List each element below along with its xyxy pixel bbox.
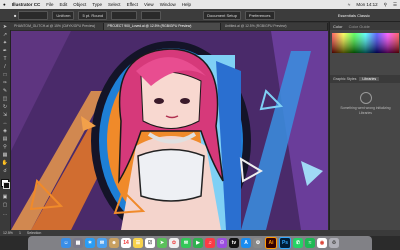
stroke-color-icon[interactable] (3, 182, 10, 189)
chrome-icon[interactable]: ◉ (317, 238, 327, 248)
tab-graphic-styles[interactable]: Graphic Styles (330, 77, 359, 81)
music-icon[interactable]: ♫ (205, 238, 215, 248)
zoom-level[interactable]: 12.5% (0, 231, 16, 235)
macos-dock: ☺ ▦ ✶ ✉ ☻ 14 ☰ ☑ ➤ ✿ ✉ ▶ ♫ ☉ tv A ⚙ Ai P… (28, 236, 372, 250)
width-tool-icon[interactable]: ↔ (1, 120, 9, 127)
tab-project-900[interactable]: PROJECT 900_Loved.ai @ 12.5% (RGB/GPU Pr… (103, 23, 221, 30)
menu-effect[interactable]: Effect (124, 2, 141, 7)
illustration-artwork (11, 31, 328, 230)
document-setup-button[interactable]: Document Setup (203, 10, 241, 20)
tab-phantom-glitch[interactable]: PHANTOM_GLITCH.ai @ 15% (CMYK/GPU Previe… (10, 23, 104, 30)
calendar-icon[interactable]: 14 (121, 238, 131, 248)
contacts-icon[interactable]: ☻ (109, 238, 119, 248)
rotate-tool-icon[interactable]: ↻ (1, 104, 9, 111)
podcasts-icon[interactable]: ☉ (217, 238, 227, 248)
apple-menu-icon[interactable]: ● (0, 2, 9, 7)
current-tool: Selection (26, 231, 42, 235)
menu-view[interactable]: View (141, 2, 157, 7)
direct-selection-tool-icon[interactable]: ↗ (1, 32, 9, 39)
type-tool-icon[interactable]: T (1, 56, 9, 63)
rectangle-tool-icon[interactable]: □ (1, 72, 9, 79)
pencil-tool-icon[interactable]: ✎ (1, 88, 9, 95)
artboard-canvas[interactable] (11, 31, 328, 230)
selection-tool-icon[interactable]: ➤ (1, 24, 9, 31)
stroke-weight-field[interactable] (18, 10, 49, 20)
tab-untitled[interactable]: Untitled.ai @ 12.5% (RGB/GPU Preview) (220, 23, 328, 30)
tab-libraries[interactable]: Libraries (359, 77, 380, 81)
app-menu[interactable]: Illustrator CC (9, 2, 44, 7)
workspace-switcher[interactable]: Essentials Classic (338, 13, 370, 18)
trash-icon[interactable]: ♻ (329, 238, 339, 248)
illustrator-icon[interactable]: Ai (265, 237, 277, 249)
clock[interactable]: Mon 14:12 (353, 2, 380, 7)
facetime-icon[interactable]: ▶ (193, 238, 203, 248)
menu-file[interactable]: File (43, 2, 56, 7)
fill-swatch-icon[interactable]: ■ (14, 13, 16, 18)
opacity-field[interactable] (111, 10, 138, 20)
cloud-icon (360, 92, 372, 104)
brush-select[interactable]: 5 pt. Round (78, 10, 108, 20)
app-store-icon[interactable]: A (241, 238, 251, 248)
brush-tool-icon[interactable]: ✑ (1, 80, 9, 87)
shape-builder-tool-icon[interactable]: ◈ (1, 128, 9, 135)
photos-icon[interactable]: ✿ (169, 238, 179, 248)
gradient-tool-icon[interactable]: ▤ (1, 136, 9, 143)
screen-mode-icon[interactable]: ▢ (1, 202, 9, 209)
preferences-button[interactable]: Preferences (244, 10, 275, 20)
whatsapp-icon[interactable]: ✆ (293, 238, 303, 248)
style-select[interactable] (141, 10, 162, 20)
tab-color-guide[interactable]: Color Guide (346, 24, 373, 29)
photoshop-icon[interactable]: Ps (279, 237, 291, 249)
launchpad-icon[interactable]: ▦ (73, 238, 83, 248)
tv-icon[interactable]: tv (229, 238, 239, 248)
document-tabs: PHANTOM_GLITCH.ai @ 15% (CMYK/GPU Previe… (10, 22, 328, 30)
notes-icon[interactable]: ☰ (133, 238, 143, 248)
page-number[interactable]: 1 (16, 231, 24, 235)
color-spectrum[interactable] (330, 30, 400, 56)
maps-icon[interactable]: ➤ (157, 238, 167, 248)
spotify-icon[interactable]: ≈ (305, 238, 315, 248)
zoom-tool-icon[interactable]: ☌ (1, 168, 9, 175)
magic-wand-tool-icon[interactable]: ✦ (1, 40, 9, 47)
system-preferences-icon[interactable]: ⚙ (253, 238, 263, 248)
pen-tool-icon[interactable]: ✒ (1, 48, 9, 55)
eyedropper-tool-icon[interactable]: ⚲ (1, 144, 9, 151)
artboard-tool-icon[interactable]: ▦ (1, 152, 9, 159)
line-tool-icon[interactable]: / (1, 64, 9, 71)
more-tools-icon[interactable]: ⋯ (1, 212, 9, 219)
eraser-tool-icon[interactable]: ◫ (1, 96, 9, 103)
libraries-error-message: Something went wrong initializing Librar… (340, 106, 391, 115)
finder-icon[interactable]: ☺ (61, 238, 71, 248)
stroke-profile-select[interactable]: Uniform (52, 10, 75, 20)
scale-tool-icon[interactable]: ⇲ (1, 112, 9, 119)
messages-icon[interactable]: ✉ (181, 238, 191, 248)
mail-icon[interactable]: ✉ (97, 238, 107, 248)
tab-color[interactable]: Color (330, 24, 346, 29)
wifi-icon[interactable]: ≈ (345, 2, 353, 7)
menu-list-icon[interactable]: ☰ (390, 2, 400, 8)
menu-bar: ● Illustrator CC File Edit Object Type S… (0, 0, 400, 9)
reminders-icon[interactable]: ☑ (145, 238, 155, 248)
menu-window[interactable]: Window (157, 2, 179, 7)
control-bar: ■ Uniform 5 pt. Round Document Setup Pre… (0, 9, 400, 22)
menu-type[interactable]: Type (89, 2, 105, 7)
hand-tool-icon[interactable]: ✋ (1, 160, 9, 167)
tools-panel: ➤ ↗ ✦ ✒ T / □ ✑ ✎ ◫ ↻ ⇲ ↔ ◈ ▤ ⚲ ▦ ✋ ☌ ▣ … (0, 22, 11, 230)
menu-select[interactable]: Select (105, 2, 124, 7)
menu-object[interactable]: Object (70, 2, 89, 7)
menu-help[interactable]: Help (179, 2, 194, 7)
safari-icon[interactable]: ✶ (85, 238, 95, 248)
menu-edit[interactable]: Edit (57, 2, 71, 7)
right-panel-dock: Color Color Guide Graphic Styles Librari… (329, 22, 400, 230)
draw-mode-icon[interactable]: ▣ (1, 194, 9, 201)
search-icon[interactable]: ⚲ (381, 2, 390, 8)
